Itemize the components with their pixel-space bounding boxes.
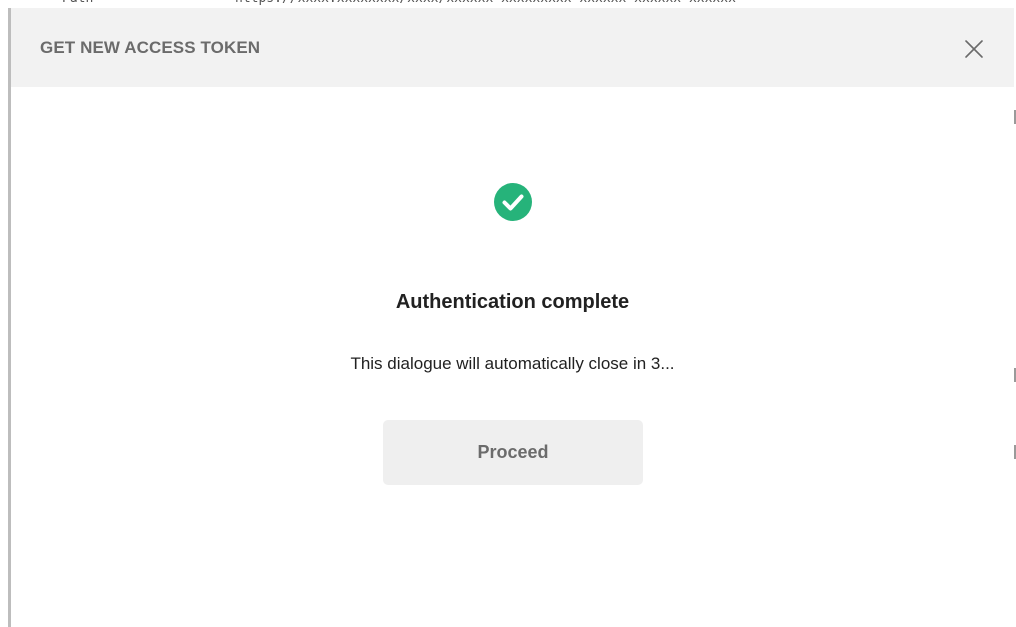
background-content-strip: Path https://xxxx.xxxxxxxx/xxxx/xxxxxx-x…	[0, 0, 1016, 8]
close-icon	[965, 40, 983, 58]
dialog-header: GET NEW ACCESS TOKEN	[11, 8, 1014, 87]
proceed-button[interactable]: Proceed	[383, 420, 643, 485]
access-token-dialog: GET NEW ACCESS TOKEN Authentication comp…	[11, 8, 1014, 627]
close-button[interactable]	[961, 36, 987, 62]
status-heading: Authentication complete	[395, 291, 630, 313]
auto-close-message: This dialogue will automatically close i…	[350, 354, 675, 373]
check-circle-icon	[494, 183, 532, 221]
dialog-title: GET NEW ACCESS TOKEN	[40, 38, 261, 57]
